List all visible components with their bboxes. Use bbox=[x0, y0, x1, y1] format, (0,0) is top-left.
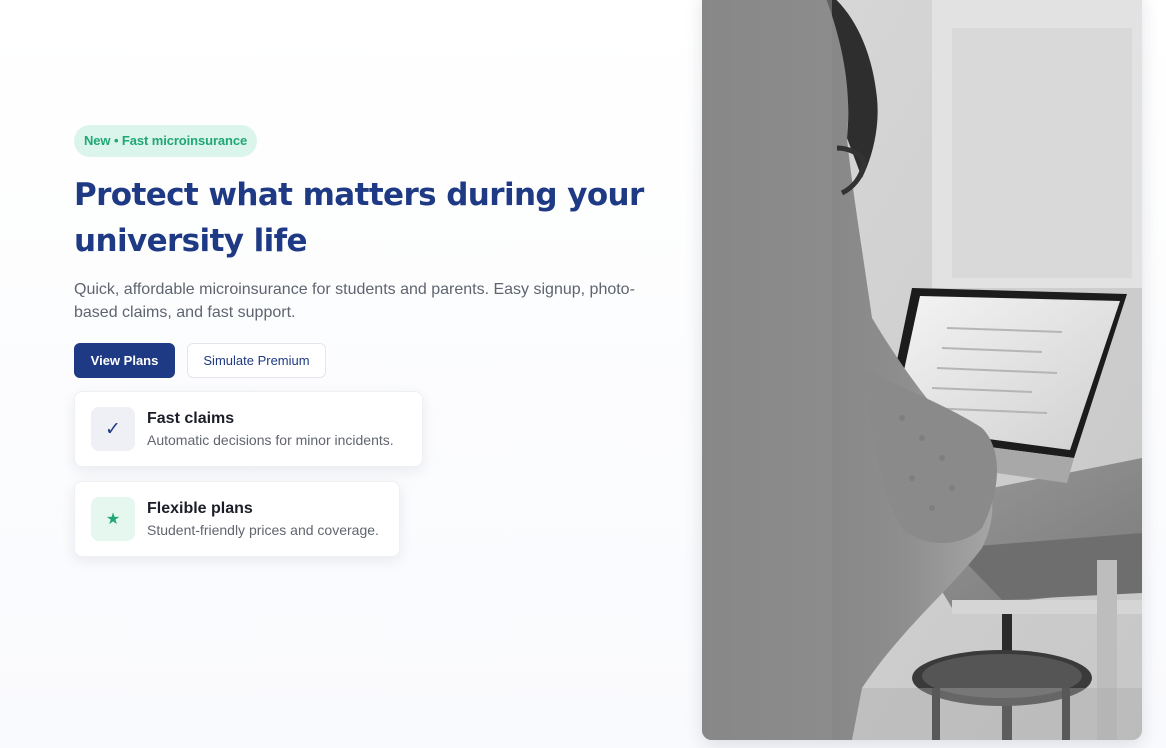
landing-page: New • Fast microinsurance Protect what m… bbox=[0, 0, 1166, 748]
feature-description: Student-friendly prices and coverage. bbox=[147, 522, 379, 538]
feature-title: Flexible plans bbox=[147, 500, 253, 517]
hero-buttons: View Plans Simulate Premium bbox=[74, 343, 654, 378]
hero-section: New • Fast microinsurance Protect what m… bbox=[74, 125, 654, 378]
checkmark-icon: ✓ bbox=[91, 407, 135, 451]
hero-photo bbox=[702, 0, 1142, 740]
hero-subtitle: Quick, affordable microinsurance for stu… bbox=[74, 281, 635, 321]
feature-card-fast-claims: ✓ Fast claims Automatic decisions for mi… bbox=[74, 391, 423, 467]
hero-title: Protect what matters during your univers… bbox=[74, 177, 644, 259]
star-icon: ★ bbox=[91, 497, 135, 541]
simulate-premium-button[interactable]: Simulate Premium bbox=[187, 343, 326, 378]
feature-text: Flexible plans Student-friendly prices a… bbox=[147, 499, 379, 539]
feature-card-flexible-plans: ★ Flexible plans Student-friendly prices… bbox=[74, 481, 400, 557]
view-plans-button[interactable]: View Plans bbox=[74, 343, 175, 378]
new-badge: New • Fast microinsurance bbox=[74, 125, 258, 157]
feature-title: Fast claims bbox=[147, 410, 235, 427]
feature-text: Fast claims Automatic decisions for mino… bbox=[147, 409, 394, 449]
feature-description: Automatic decisions for minor incidents. bbox=[147, 432, 394, 448]
